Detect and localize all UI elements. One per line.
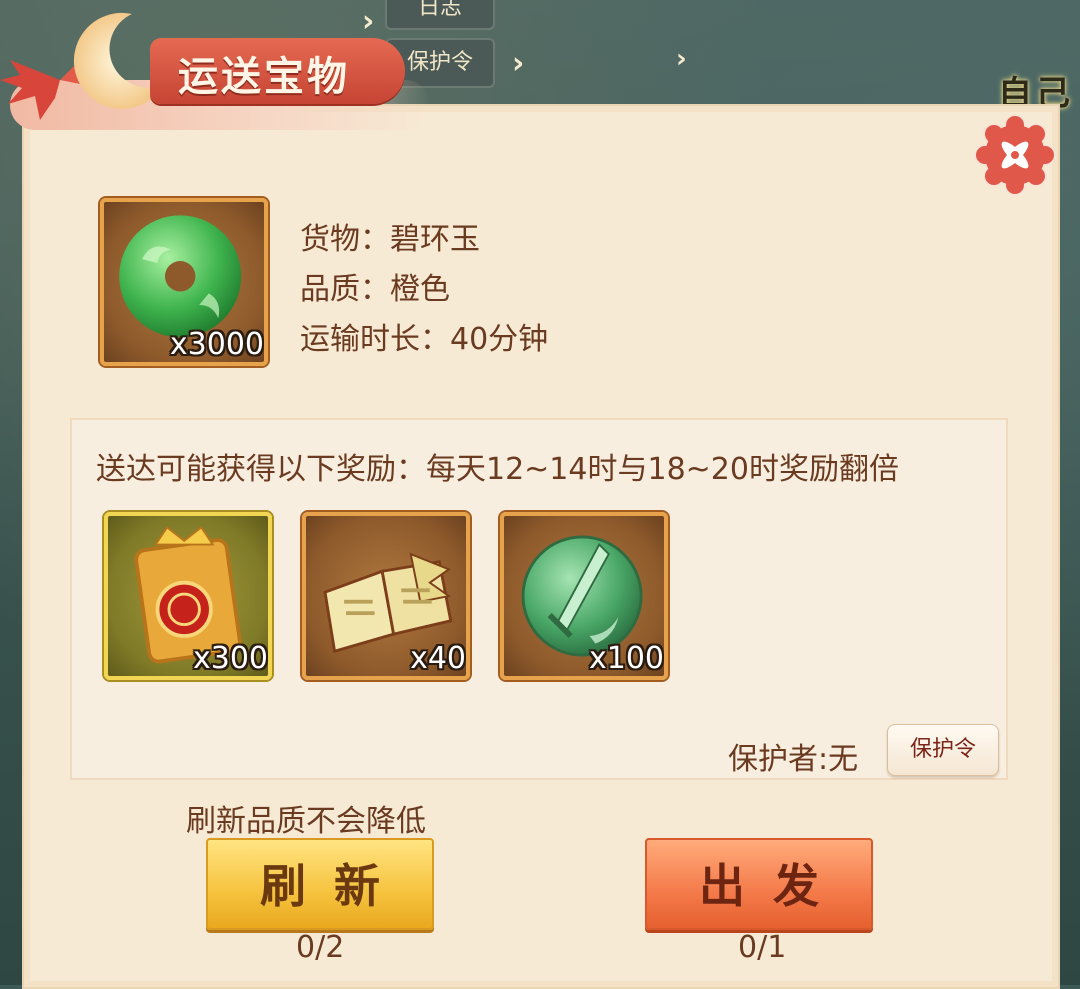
duration-line: 运输时长：40分钟 [300,322,549,357]
arrow-right-icon: › [362,4,375,39]
item-quantity: x300 [192,641,268,676]
close-icon[interactable] [974,114,1056,196]
reward-item[interactable]: x40 [302,512,470,680]
refresh-button[interactable]: 刷新 [206,838,434,930]
refresh-counter: 0/2 [296,930,345,965]
item-quantity: x100 [588,641,664,676]
depart-counter: 0/1 [738,930,787,965]
item-quantity: x3000 [169,327,264,362]
protector-label: 保护者:无 [728,742,859,777]
item-quantity: x40 [410,641,466,676]
quality-line: 品质：橙色 [300,272,450,307]
cargo-item[interactable]: x3000 [100,198,268,366]
arrow-right-icon: › [512,46,525,81]
dialog-title: 运送宝物 [178,54,350,100]
refresh-note: 刷新品质不会降低 [186,804,426,839]
depart-button[interactable]: 出发 [645,838,873,930]
reward-item[interactable]: x100 [500,512,668,680]
reward-item[interactable]: x300 [104,512,272,680]
protect-order-button[interactable]: 保护令 [887,724,999,776]
arrow-right-icon: › [676,44,687,74]
rewards-title: 送达可能获得以下奖励：每天12~14时与18~20时奖励翻倍 [96,452,899,487]
bg-tab-log[interactable]: 日志 [385,0,495,30]
goods-line: 货物：碧环玉 [300,222,480,257]
